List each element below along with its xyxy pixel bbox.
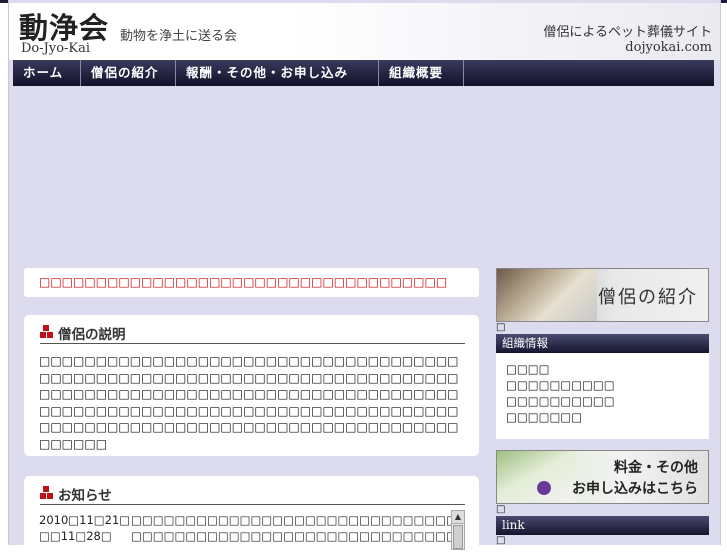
monk-description-section: 僧侶の説明 □□□□□□□□□□□□□□□□□□□□□□□□□□□□□□□□□□… [24,315,479,456]
placeholder-glyph: □ [496,504,506,515]
nav-organization[interactable]: 組織概要 [379,60,464,86]
news-date: □□11□28□ [39,529,112,543]
banner-line1: 料金・その他 [614,460,698,476]
news-item[interactable]: 2010□11□21□ □□□□□□□□□□□□□□□□□□□□□□□□□□□□… [39,512,451,528]
site-subtitle: 僧侶によるペット葬儀サイト [543,25,712,40]
link-heading: link [496,516,709,535]
news-section: お知らせ 2010□11□21□ □□□□□□□□□□□□□□□□□□□□□□□… [24,476,479,556]
nav-home[interactable]: ホーム [13,60,81,86]
section-title: お知らせ [58,488,112,504]
news-date: 2010□11□21□ [39,513,131,527]
org-info-panel: □□□□ □□□□□□□□□□ □□□□□□□□□□ □□□□□□□ [496,353,709,439]
scroll-thumb[interactable] [453,525,463,549]
section-heading: 僧侶の説明 [40,323,465,344]
org-link[interactable]: □□□□ [506,361,615,377]
section-heading: お知らせ [40,484,465,505]
news-item[interactable]: □□11□28□ □□□□□□□□□□□□□□□□□□□□□□□□□□□□□□□… [39,528,451,544]
red-blocks-icon [40,486,53,499]
site-header: 動浄会 Do-Jyo-Kai 動物を浄土に送る会 僧侶によるペット葬儀サイト d… [9,3,720,60]
main-nav: ホーム 僧侶の紹介 報酬・その他・お申し込み 組織概要 [13,60,714,86]
nav-monks[interactable]: 僧侶の紹介 [81,60,176,86]
scroll-up-arrow-icon[interactable]: ▲ [452,511,464,524]
org-info-heading: 組織情報 [496,334,709,353]
org-link-list: □□□□ □□□□□□□□□□ □□□□□□□□□□ □□□□□□□ [506,361,615,425]
section-title: 僧侶の説明 [58,327,126,343]
placeholder-glyph: □ [496,535,506,546]
notice-banner: □□□□□□□□□□□□□□□□□□□□□□□□□□□□□□□□□□□□ [24,268,479,297]
site-domain: dojyokai.com [625,40,712,55]
banner-line2: お申し込みはこちら [572,481,698,497]
org-link[interactable]: □□□□□□□ [506,409,615,425]
news-text: □□□□□□□□□□□□□□□□□□□□□□□□□□□□□□□□□□□□□□□□… [131,529,451,543]
news-scrollbar[interactable]: ▲ [451,510,465,550]
placeholder-glyph: □ [496,322,506,333]
news-list: 2010□11□21□ □□□□□□□□□□□□□□□□□□□□□□□□□□□□… [39,512,451,544]
banner-label: 僧侶の紹介 [598,287,698,308]
description-body: □□□□□□□□□□□□□□□□□□□□□□□□□□□□□□□□□□□□□□□□… [39,354,459,451]
memorial-photo [497,269,597,321]
org-link[interactable]: □□□□□□□□□□ [506,377,615,393]
prayer-beads-icon [537,481,551,495]
site-tagline: 動物を浄土に送る会 [120,29,238,44]
flowers-photo [497,451,577,503]
logo-romaji: Do-Jyo-Kai [21,41,91,56]
page: 動浄会 Do-Jyo-Kai 動物を浄土に送る会 僧侶によるペット葬儀サイト d… [8,0,721,556]
fees-apply-banner-link[interactable]: 料金・その他 お申し込みはこちら [496,450,709,504]
monks-banner-link[interactable]: 僧侶の紹介 [496,268,709,322]
notice-text: □□□□□□□□□□□□□□□□□□□□□□□□□□□□□□□□□□□□ [39,275,448,289]
red-blocks-icon [40,325,53,338]
nav-fees-apply[interactable]: 報酬・その他・お申し込み [176,60,379,86]
news-text: □□□□□□□□□□□□□□□□□□□□□□□□□□□□□□□ [131,513,451,527]
org-link[interactable]: □□□□□□□□□□ [506,393,615,409]
